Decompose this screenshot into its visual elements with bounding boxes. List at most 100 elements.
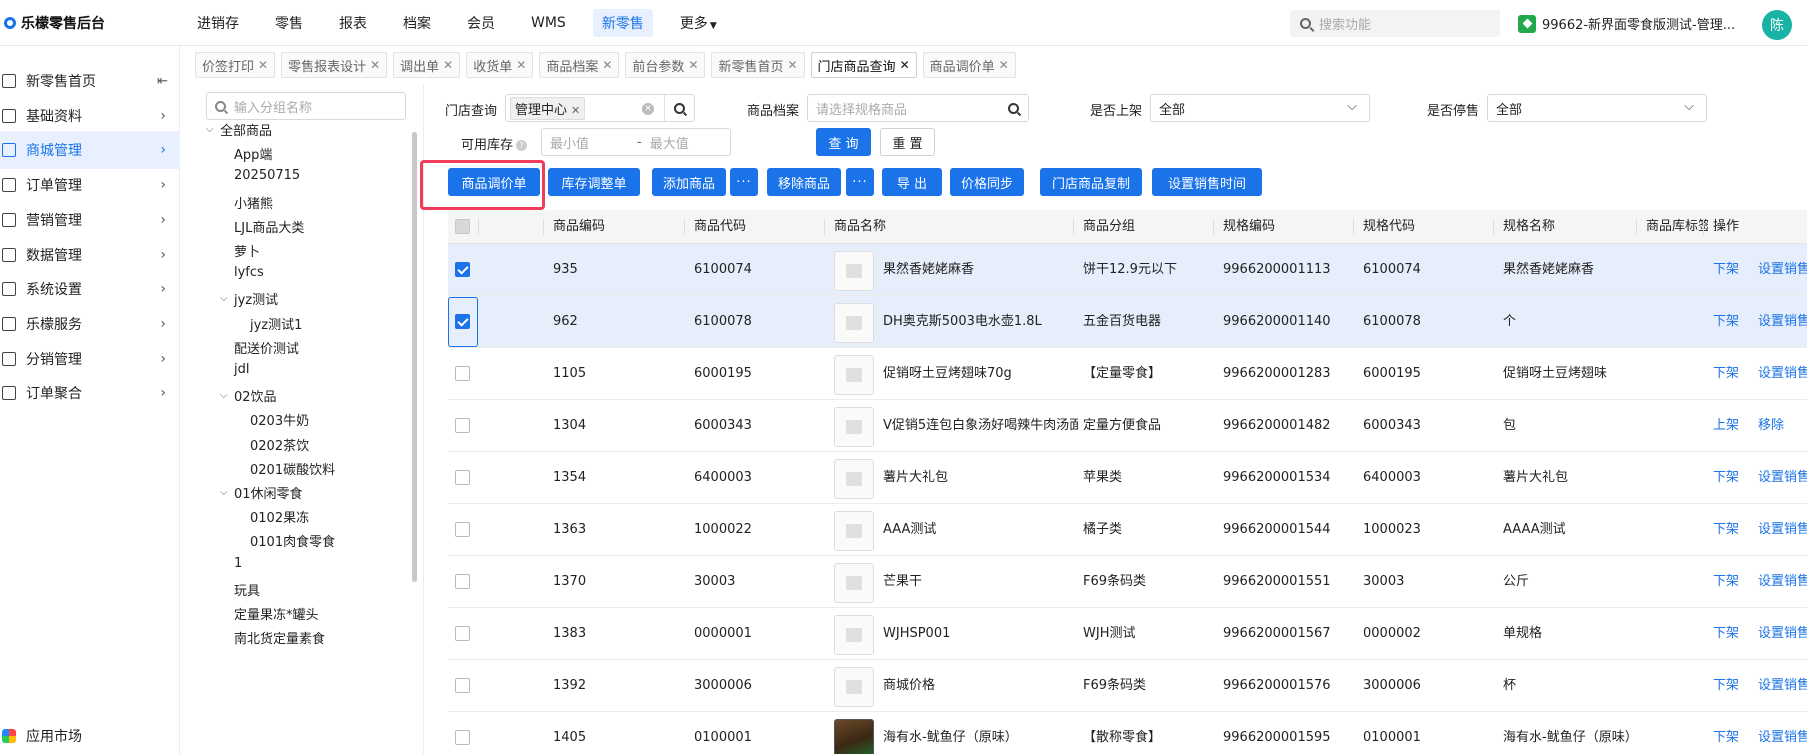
expand-toggle-icon[interactable]: ⌵: [220, 390, 234, 401]
row-action-link[interactable]: 下架: [1713, 504, 1739, 556]
column-header[interactable]: 操作: [1713, 210, 1739, 244]
row-action-link[interactable]: 设置销售时间: [1758, 712, 1807, 754]
app-logo[interactable]: 乐檬零售后台: [0, 13, 180, 33]
tree-node[interactable]: 0102果冻: [236, 507, 309, 526]
tree-node[interactable]: ⌵ 全部商品: [206, 120, 272, 139]
sidebar-item[interactable]: 系统设置 ›: [0, 270, 180, 308]
column-divider[interactable]: [1353, 219, 1354, 235]
expand-toggle-icon[interactable]: ⌵: [220, 487, 234, 498]
column-header[interactable]: 商品编码: [553, 210, 605, 244]
column-divider[interactable]: [1493, 219, 1494, 235]
tree-node[interactable]: ⌵ 01休闲零食: [220, 483, 303, 502]
tree-scrollbar[interactable]: [412, 132, 417, 582]
column-header[interactable]: 规格代码: [1363, 210, 1415, 244]
store-copy-button[interactable]: 门店商品复制: [1040, 168, 1142, 196]
row-action-link[interactable]: 下架: [1713, 660, 1739, 712]
page-tab[interactable]: 前台参数 ✕: [625, 52, 706, 78]
row-action-link[interactable]: 设置销售时间: [1758, 556, 1807, 608]
page-tab[interactable]: 商品调价单 ✕: [922, 52, 1016, 78]
tree-node[interactable]: lyfcs: [220, 265, 264, 280]
feature-search-input[interactable]: 搜索功能: [1290, 10, 1500, 37]
stock-range-field[interactable]: 最小值 - 最大值: [541, 128, 731, 156]
page-tab[interactable]: 调出单 ✕: [393, 52, 461, 78]
topnav-item[interactable]: 零售: [266, 9, 312, 37]
sidebar-item[interactable]: 订单管理 ›: [0, 166, 180, 204]
expand-toggle-icon[interactable]: ⌵: [220, 293, 234, 304]
column-divider[interactable]: [684, 219, 685, 235]
add-product-button[interactable]: 添加商品: [652, 168, 726, 196]
export-button[interactable]: 导 出: [882, 168, 942, 196]
listed-select[interactable]: 全部 ⌵: [1150, 94, 1370, 122]
row-action-link[interactable]: 下架: [1713, 608, 1739, 660]
row-action-link[interactable]: 设置销售时间: [1758, 504, 1807, 556]
column-divider[interactable]: [1636, 219, 1637, 235]
column-header[interactable]: 商品名称: [834, 210, 886, 244]
page-tab[interactable]: 新零售首页 ✕: [711, 52, 805, 78]
column-header[interactable]: 规格名称: [1503, 210, 1555, 244]
tree-node[interactable]: 0101肉食零食: [236, 531, 335, 550]
avatar[interactable]: 陈: [1762, 10, 1792, 40]
tree-node[interactable]: ⌵ jyz测试: [220, 289, 278, 308]
page-tab[interactable]: 零售报表设计 ✕: [281, 52, 388, 78]
topnav-item[interactable]: 更多 ▼: [671, 9, 726, 37]
row-checkbox[interactable]: [455, 678, 470, 693]
stock-adjust-button[interactable]: 库存调整单: [548, 168, 640, 196]
close-tab-icon[interactable]: ✕: [787, 58, 797, 72]
select-all-checkbox[interactable]: [455, 219, 470, 234]
row-checkbox[interactable]: [455, 626, 470, 641]
store-search-button[interactable]: [664, 95, 694, 121]
page-tab[interactable]: 门店商品查询 ✕: [810, 52, 917, 78]
tree-node[interactable]: 1: [220, 556, 242, 571]
row-checkbox[interactable]: [455, 522, 470, 537]
topnav-item[interactable]: 进销存: [188, 9, 248, 37]
tree-node[interactable]: 南北货定量素食: [220, 628, 325, 647]
sidebar-item[interactable]: 商城管理 ›: [0, 131, 180, 170]
page-tab[interactable]: 商品档案 ✕: [539, 52, 620, 78]
close-tab-icon[interactable]: ✕: [688, 58, 698, 72]
remove-product-button[interactable]: 移除商品: [767, 168, 841, 196]
row-action-link[interactable]: 下架: [1713, 348, 1739, 400]
product-search-icon-btn[interactable]: [998, 95, 1028, 121]
row-checkbox[interactable]: [455, 262, 470, 277]
row-action-link[interactable]: 设置销售时间: [1758, 296, 1807, 348]
table-row[interactable]: 1363 1000022 AAA测试 橘子类 9966200001544 1000023 A…: [448, 504, 1807, 556]
topnav-item[interactable]: WMS: [522, 11, 575, 35]
table-row[interactable]: 1304 6000343 V促销5连包白象汤好喝辣牛肉汤面 定量方便食品 9966200…: [448, 400, 1807, 452]
table-row[interactable]: 1392 3000006 商城价格 F69条码类 9966200001576 300000…: [448, 660, 1807, 712]
app-market-link[interactable]: 应用市场: [0, 726, 82, 746]
sidebar-item[interactable]: 基础资料 ›: [0, 97, 180, 135]
row-action-link[interactable]: 设置销售时间: [1758, 608, 1807, 660]
close-tab-icon[interactable]: ✕: [602, 58, 612, 72]
row-action-link[interactable]: 下架: [1713, 296, 1739, 348]
sidebar-item[interactable]: 营销管理 ›: [0, 201, 180, 239]
column-divider[interactable]: [1213, 219, 1214, 235]
tree-node[interactable]: LJL商品大类: [220, 217, 304, 236]
store-switcher[interactable]: 99662-新界面零食版测试-管理...: [1518, 14, 1735, 33]
tree-node[interactable]: 0203牛奶: [236, 410, 309, 429]
tree-node[interactable]: ⌵ 02饮品: [220, 386, 277, 405]
row-action-link[interactable]: 设置销售时间: [1758, 452, 1807, 504]
sidebar-item[interactable]: 乐檬服务 ›: [0, 305, 180, 343]
sidebar-item[interactable]: 分销管理 ›: [0, 340, 180, 378]
column-header[interactable]: 规格编码: [1223, 210, 1275, 244]
tree-node[interactable]: 定量果冻*罐头: [220, 604, 319, 623]
chip-close-icon[interactable]: ✕: [571, 104, 580, 117]
topnav-item[interactable]: 档案: [394, 9, 440, 37]
remove-more-button[interactable]: ···: [846, 168, 874, 196]
page-tab[interactable]: 价签打印 ✕: [195, 52, 276, 78]
tree-node[interactable]: App端: [220, 144, 272, 163]
stock-min[interactable]: 最小值: [550, 133, 589, 152]
row-action-link[interactable]: 下架: [1713, 244, 1739, 296]
row-action-link[interactable]: 下架: [1713, 712, 1739, 754]
close-tab-icon[interactable]: ✕: [900, 58, 910, 72]
expand-toggle-icon[interactable]: ⌵: [206, 124, 220, 135]
column-divider[interactable]: [824, 219, 825, 235]
row-checkbox[interactable]: [455, 418, 470, 433]
close-tab-icon[interactable]: ✕: [443, 58, 453, 72]
stopped-select[interactable]: 全部 ⌵: [1487, 94, 1707, 122]
sidebar-item[interactable]: 订单聚合 ›: [0, 374, 180, 412]
tree-node[interactable]: 配送价测试: [220, 338, 299, 357]
clear-icon[interactable]: ✕: [642, 103, 654, 115]
column-divider[interactable]: [543, 219, 544, 235]
sale-time-button[interactable]: 设置销售时间: [1152, 168, 1262, 196]
